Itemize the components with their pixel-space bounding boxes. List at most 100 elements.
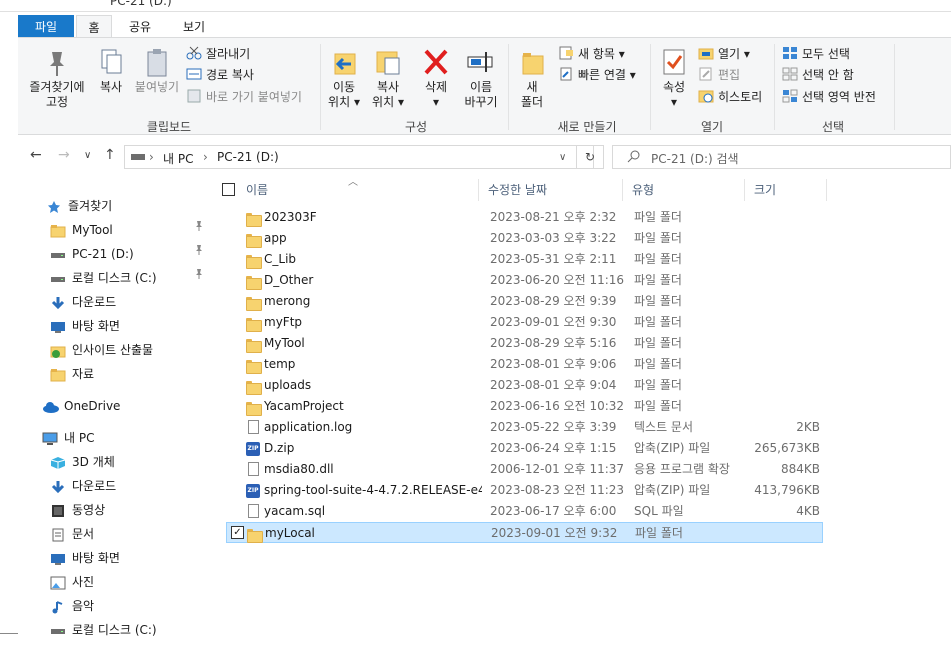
tab-view[interactable]: 보기 xyxy=(172,15,216,37)
sidebar-item-4[interactable]: 다운로드 xyxy=(50,291,212,313)
column-header-size[interactable]: 크기 xyxy=(754,181,776,198)
cut-button[interactable]: 잘라내기 xyxy=(186,44,250,64)
file-type: 압축(ZIP) 파일 xyxy=(634,483,711,497)
paste-button[interactable]: 붙여넣기 xyxy=(132,46,182,95)
file-row[interactable]: ZIP D.zip 2023-06-24 오후 1:15 압축(ZIP) 파일 265,… xyxy=(226,438,823,459)
tab-file[interactable]: 파일 xyxy=(18,15,74,37)
sidebar-item-13[interactable]: 문서 xyxy=(50,523,212,545)
copy-path-button[interactable]: 경로 복사 xyxy=(186,65,254,85)
select-all-button[interactable]: 모두 선택 xyxy=(782,44,850,64)
refresh-button[interactable]: ↻ xyxy=(576,145,604,169)
new-group-label: 새로 만들기 xyxy=(557,120,617,134)
file-row[interactable]: ZIP spring-tool-suite-4-4.7.2.RELEASE-e4.… xyxy=(226,480,823,501)
file-row[interactable]: MyTool 2023-08-29 오후 5:16 파일 폴더 xyxy=(226,333,823,354)
file-type: 파일 폴더 xyxy=(634,252,682,266)
file-date: 2023-08-01 오후 9:06 xyxy=(490,357,617,371)
pin-to-quick-access-button[interactable]: 즐겨찾기에 고정 xyxy=(22,46,92,110)
open-label: 열기 xyxy=(718,47,741,61)
drive-icon xyxy=(50,247,66,261)
folder-icon xyxy=(246,316,262,332)
star-icon xyxy=(46,199,62,213)
move-to-button[interactable]: 이동 위치 ▾ xyxy=(324,46,364,110)
column-header-modified[interactable]: 수정한 날짜 xyxy=(488,181,547,198)
sidebar-item-1[interactable]: MyTool xyxy=(50,219,212,241)
file-name: msdia80.dll xyxy=(264,462,334,476)
sidebar-item-7[interactable]: 자료 xyxy=(50,363,212,385)
search-input[interactable]: PC-21 (D:) 검색 xyxy=(612,145,951,169)
copy-button[interactable]: 복사 xyxy=(92,46,130,95)
sidebar-item-10[interactable]: 3D 개체 xyxy=(50,451,212,473)
file-row[interactable]: application.log 2023-05-22 오후 3:39 텍스트 문서 2… xyxy=(226,417,823,438)
breadcrumb-drive[interactable]: PC-21 (D:) xyxy=(217,150,279,164)
file-row[interactable]: app 2023-03-03 오후 3:22 파일 폴더 xyxy=(226,228,823,249)
tab-share[interactable]: 공유 xyxy=(118,15,162,37)
pin-icon xyxy=(42,46,72,78)
edit-icon xyxy=(698,67,714,81)
file-row[interactable]: yacam.sql 2023-06-17 오후 6:00 SQL 파일 4KB xyxy=(226,501,823,522)
file-row[interactable]: C_Lib 2023-05-31 오후 2:11 파일 폴더 xyxy=(226,249,823,270)
file-name: myLocal xyxy=(265,526,315,540)
column-header-type[interactable]: 유형 xyxy=(632,181,654,198)
sidebar-item-label: 다운로드 xyxy=(72,295,117,309)
file-row[interactable]: uploads 2023-08-01 오후 9:04 파일 폴더 xyxy=(226,375,823,396)
sidebar-item-11[interactable]: 다운로드 xyxy=(50,475,212,497)
properties-button[interactable]: 속성 ▾ xyxy=(654,46,694,110)
file-name: uploads xyxy=(264,378,312,392)
file-row[interactable]: merong 2023-08-29 오전 9:39 파일 폴더 xyxy=(226,291,823,312)
file-type: 파일 폴더 xyxy=(634,315,682,329)
paste-shortcut-button[interactable]: 바로 가기 붙여넣기 xyxy=(186,87,302,107)
easy-access-button[interactable]: 빠른 연결 ▾ xyxy=(558,65,636,85)
row-checkbox[interactable]: ✓ xyxy=(231,526,244,539)
file-row[interactable]: ✓ myLocal 2023-09-01 오전 9:32 파일 폴더 xyxy=(226,522,823,543)
rename-button[interactable]: 이름 바꾸기 xyxy=(458,46,504,110)
history-button[interactable]: 히스토리 xyxy=(698,87,762,107)
sidebar-item-label: 음악 xyxy=(72,599,95,613)
file-name: app xyxy=(264,231,287,245)
up-arrow-icon[interactable]: ↑ xyxy=(104,147,116,163)
zip-icon: ZIP xyxy=(246,442,260,456)
sidebar-item-9[interactable]: 내 PC xyxy=(42,427,212,449)
address-dropdown-chevron-icon[interactable]: ∨ xyxy=(559,152,566,163)
sidebar-item-label: 로컬 디스크 (C:) xyxy=(72,271,157,285)
file-type: 파일 폴더 xyxy=(634,357,682,371)
select-none-icon xyxy=(782,67,798,81)
sidebar-item-3[interactable]: 로컬 디스크 (C:) xyxy=(50,267,212,289)
column-header-name[interactable]: 이름 xyxy=(246,181,268,198)
file-row[interactable]: 202303F 2023-08-21 오후 2:32 파일 폴더 xyxy=(226,207,823,228)
sidebar-item-6[interactable]: 인사이트 산출물 xyxy=(50,339,212,361)
select-all-checkbox[interactable] xyxy=(222,183,235,196)
file-row[interactable]: YacamProject 2023-06-16 오전 10:32 파일 폴더 xyxy=(226,396,823,417)
sidebar-item-15[interactable]: 사진 xyxy=(50,571,212,593)
file-row[interactable]: myFtp 2023-09-01 오전 9:30 파일 폴더 xyxy=(226,312,823,333)
open-button[interactable]: 열기 ▾ xyxy=(698,44,750,64)
edit-button[interactable]: 편집 xyxy=(698,65,740,85)
sidebar-item-5[interactable]: 바탕 화면 xyxy=(50,315,212,337)
sidebar-item-8[interactable]: OneDrive xyxy=(42,395,212,417)
ribbon-separator xyxy=(650,44,651,130)
tab-home[interactable]: 홈 xyxy=(76,15,112,37)
sidebar-item-14[interactable]: 바탕 화면 xyxy=(50,547,212,569)
sidebar-item-17[interactable]: 로컬 디스크 (C:) xyxy=(50,619,212,641)
delete-button[interactable]: 삭제 ▾ xyxy=(418,46,454,110)
file-date: 2023-06-17 오후 6:00 xyxy=(490,504,617,518)
forward-arrow-icon[interactable]: → xyxy=(58,147,70,163)
copy-to-button[interactable]: 복사 위치 ▾ xyxy=(368,46,408,110)
new-item-button[interactable]: 새 항목 ▾ xyxy=(558,44,625,64)
file-row[interactable]: D_Other 2023-06-20 오전 11:16 파일 폴더 xyxy=(226,270,823,291)
invert-selection-icon xyxy=(782,89,798,103)
file-row[interactable]: temp 2023-08-01 오후 9:06 파일 폴더 xyxy=(226,354,823,375)
back-arrow-icon[interactable]: ← xyxy=(30,147,42,163)
paste-icon xyxy=(142,46,172,78)
recent-locations-chevron-icon[interactable]: ∨ xyxy=(84,150,91,161)
sidebar-item-2[interactable]: PC-21 (D:) xyxy=(50,243,212,265)
select-none-button[interactable]: 선택 안 함 xyxy=(782,65,854,85)
sidebar-item-12[interactable]: 동영상 xyxy=(50,499,212,521)
file-row[interactable]: msdia80.dll 2006-12-01 오후 11:37 응용 프로그램 확장… xyxy=(226,459,823,480)
invert-selection-button[interactable]: 선택 영역 반전 xyxy=(782,87,876,107)
address-input[interactable]: › 내 PC › PC-21 (D:) ∨ xyxy=(124,145,594,169)
file-name: D.zip xyxy=(264,441,295,455)
sidebar-item-0[interactable]: 즐겨찾기 xyxy=(46,195,212,217)
sidebar-item-16[interactable]: 음악 xyxy=(50,595,212,617)
new-folder-button[interactable]: 새 폴더 xyxy=(514,46,550,110)
breadcrumb-this-pc[interactable]: 내 PC xyxy=(163,150,193,167)
